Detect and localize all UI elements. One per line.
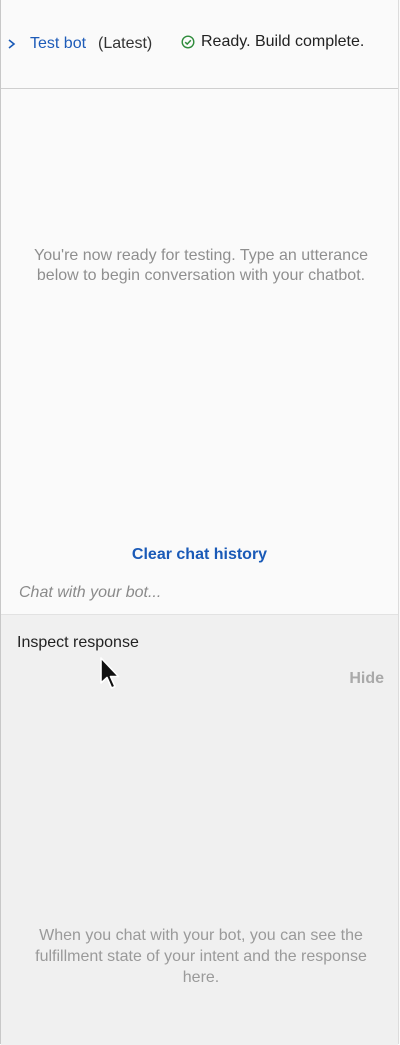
test-bot-panel: Test bot (Latest) Ready. Build complete.… bbox=[0, 0, 400, 1045]
inspect-response-panel: Inspect response Hide When you chat with… bbox=[1, 614, 398, 1045]
chat-input[interactable] bbox=[11, 578, 400, 608]
build-status-text: Ready. Build complete. bbox=[201, 33, 365, 50]
bot-name-link[interactable]: Test bot bbox=[30, 34, 86, 54]
clear-chat-history-link[interactable]: Clear chat history bbox=[1, 545, 398, 565]
chevron-right-icon[interactable] bbox=[7, 34, 21, 54]
check-circle-icon bbox=[181, 35, 197, 51]
hide-button[interactable]: Hide bbox=[349, 669, 384, 689]
chat-empty-message: You're now ready for testing. Type an ut… bbox=[34, 247, 368, 284]
inspect-empty-message: When you chat with your bot, you can see… bbox=[35, 927, 367, 986]
inspect-response-title: Inspect response bbox=[17, 634, 139, 651]
bot-version-label: (Latest) bbox=[98, 35, 153, 52]
mouse-pointer-icon bbox=[99, 656, 123, 692]
panel-header: Test bot (Latest) Ready. Build complete. bbox=[1, 0, 398, 89]
